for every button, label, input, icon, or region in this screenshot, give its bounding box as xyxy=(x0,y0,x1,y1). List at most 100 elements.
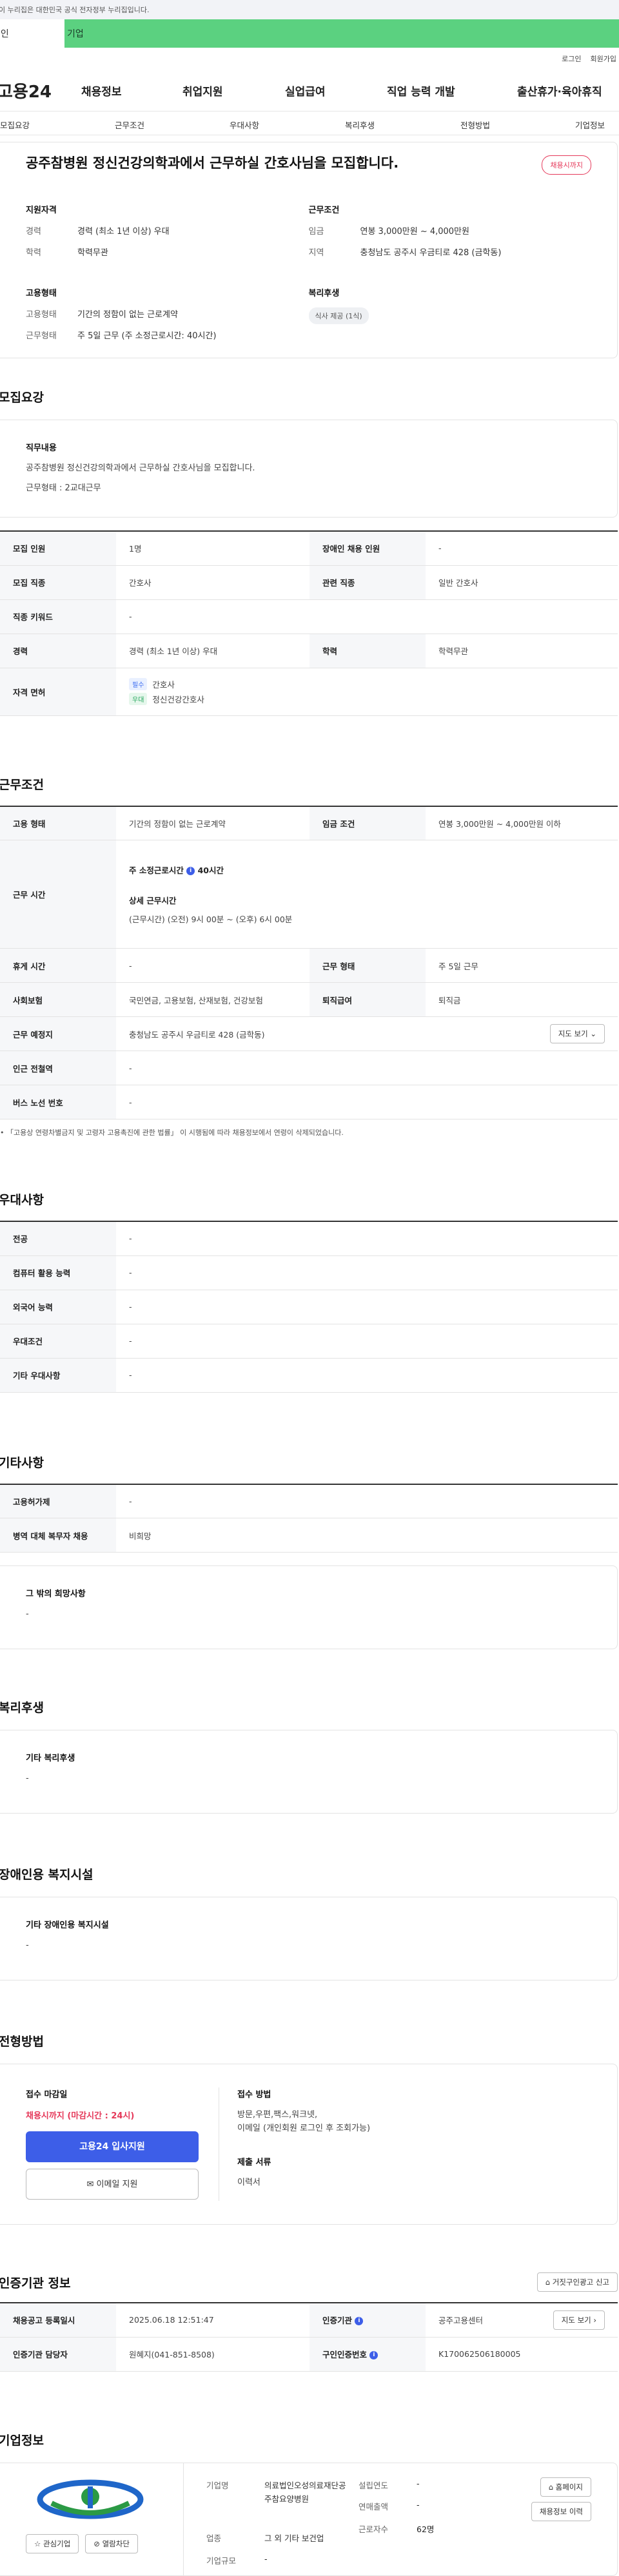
computer-key: 컴퓨터 활용 능력 xyxy=(0,1255,116,1290)
tab-company[interactable]: 기업 xyxy=(64,19,619,48)
recruit-table: 모집 인원 1명 장애인 채용 인원 - 모집 직종 간호사 관련 직종 일반 … xyxy=(0,530,618,716)
work-table: 고용 형태 기간의 정함이 없는 근로계약 임금 조건 연봉 3,000만원 ~… xyxy=(0,806,618,1120)
report-button[interactable]: ⌂ 거짓구인광고 신고 xyxy=(537,2272,618,2292)
hours-title: 주 소정근로시간 xyxy=(129,866,184,875)
gnb-menu-vocational-training[interactable]: 직업 능력 개발 xyxy=(387,82,455,99)
facility-value: - xyxy=(26,1939,591,1953)
bus-value: - xyxy=(116,1085,618,1119)
military-value: 비희망 xyxy=(116,1518,618,1553)
block-company-button[interactable]: ⊘ 열람차단 xyxy=(85,2534,138,2553)
facility-sub-heading: 기타 장애인용 복지시설 xyxy=(26,1918,591,1930)
deadline-badge: 채용시까지 xyxy=(542,155,591,175)
process-right: 접수 방법 방문,우편,팩스,워크넷, 이메일 (개인회원 로그인 후 조회가능… xyxy=(219,2087,370,2201)
workplace-map-button[interactable]: 지도 보기 ⌄ xyxy=(550,1024,605,1043)
station-key: 인근 전철역 xyxy=(0,1051,116,1085)
deadline-key: 접수 마감일 xyxy=(26,2087,199,2100)
recruit-count-key: 모집 인원 xyxy=(0,531,116,565)
summary-qualification: 지원자격 경력경력 (최소 1년 이상) 우대 학력학력무관 xyxy=(26,203,309,267)
anchor-company[interactable]: 기업정보 xyxy=(575,119,605,131)
company-size-key: 기업규모 xyxy=(206,2554,264,2566)
company-links: ⌂ 홈페이지 채용정보 이력 xyxy=(531,2477,591,2521)
staff-value: 원혜지(041-851-8508) xyxy=(116,2337,310,2371)
mail-icon: ✉ xyxy=(87,2180,94,2189)
gnb-menu-unemployment-benefit[interactable]: 실업급여 xyxy=(285,82,326,99)
summary-career-value: 경력 (최소 1년 이상) 우대 xyxy=(77,224,170,237)
job-history-button[interactable]: 채용정보 이력 xyxy=(531,2502,591,2521)
anchor-prefer[interactable]: 우대사항 xyxy=(230,119,259,131)
summary-condition: 근무조건 임금연봉 3,000만원 ~ 4,000만원 지역충청남도 공주시 우… xyxy=(309,203,592,267)
info-icon[interactable]: i xyxy=(186,867,195,875)
prefer-heading: 우대사항 xyxy=(0,1190,619,1208)
tab-person-label: 개인 xyxy=(0,27,9,40)
apply-button[interactable]: 고용24 입사지원 xyxy=(26,2131,199,2162)
work-form-key: 근무 형태 xyxy=(310,949,426,983)
process-left: 접수 마감일 채용시까지 (마감시간 : 24시) 고용24 입사지원 ✉ 이메… xyxy=(26,2087,219,2201)
join-link[interactable]: 회원가입 xyxy=(591,53,616,64)
info-icon[interactable]: i xyxy=(369,2351,378,2359)
license-required-name: 간호사 xyxy=(152,678,175,690)
computer-value: - xyxy=(116,1255,618,1290)
found-year-key: 설립연도 xyxy=(359,2479,417,2491)
login-link[interactable]: 로그인 xyxy=(562,53,581,64)
job-type-key: 모집 직종 xyxy=(0,565,116,599)
major-value: - xyxy=(116,1221,618,1255)
sales-key: 연매출액 xyxy=(359,2500,417,2512)
email-apply-button[interactable]: ✉ 이메일 지원 xyxy=(26,2169,199,2200)
prefer-etc-key: 기타 우대사항 xyxy=(0,1358,116,1392)
facility-heading: 장애인용 복지시설 xyxy=(0,1865,619,1883)
workplace-value: 충청남도 공주시 우금티로 428 (금학동) 지도 보기 ⌄ xyxy=(116,1017,618,1051)
anchor-work[interactable]: 근무조건 xyxy=(115,119,144,131)
report-button-label: 거짓구인광고 신고 xyxy=(553,2278,609,2287)
job-keyword-key: 직종 키워드 xyxy=(0,599,116,634)
summary-workform-value: 주 5일 근무 (주 소정근로시간: 40시간) xyxy=(77,329,216,341)
language-key: 외국어 능력 xyxy=(0,1290,116,1324)
job-title: 공주참병원 정신건강의학과에서 근무하실 간호사님을 모집합니다. xyxy=(26,153,591,172)
gnb-menu-jobs[interactable]: 채용정보 xyxy=(81,82,122,99)
hours-detail-value: (근무시간) (오전) 9시 00분 ~ (오후) 6시 00분 xyxy=(129,913,605,925)
cert-num-key: 구인인증번호 i xyxy=(310,2337,426,2371)
agency-map-button[interactable]: 지도 보기 › xyxy=(553,2310,605,2330)
email-apply-label: 이메일 지원 xyxy=(97,2180,138,2189)
process-heading: 전형방법 xyxy=(0,2032,619,2049)
other-table: 고용허가제- 병역 대체 복무자 채용비희망 xyxy=(0,1484,618,1553)
company-size-value: - xyxy=(264,2554,268,2566)
summary-location-value: 충청남도 공주시 우금티로 428 (금학동) xyxy=(360,246,502,258)
section-anchor-nav: 모집요강 근무조건 우대사항 복리후생 전형방법 기업정보 xyxy=(0,111,619,135)
wish-heading: 그 밖의 희망사항 xyxy=(26,1587,591,1599)
homepage-button[interactable]: ⌂ 홈페이지 xyxy=(540,2477,591,2497)
anchor-recruit[interactable]: 모집요강 xyxy=(0,119,30,131)
age-note: • 「고용상 연령차별금지 및 고령자 고용촉진에 관한 법률」 이 시행됨에 … xyxy=(0,1127,619,1138)
agency-header: 인증기관 정보 ⌂ 거짓구인광고 신고 xyxy=(0,2272,618,2292)
docs-key: 제출 서류 xyxy=(237,2155,370,2167)
site-logo[interactable]: 고용24 xyxy=(0,79,79,102)
homepage-label: 홈페이지 xyxy=(556,2483,583,2492)
company-actions: ☆ 관심기업 ⊘ 열람차단 xyxy=(26,2534,138,2553)
gnb-menu-employment-support[interactable]: 취업지원 xyxy=(182,82,223,99)
hours-value: 주 소정근로시간 i 40시간 상세 근무시간 (근무시간) (오전) 9시 0… xyxy=(116,840,618,949)
summary-welfare-heading: 복리후생 xyxy=(309,286,592,298)
company-logo xyxy=(26,2477,155,2521)
gnb-menu-parental-leave[interactable]: 출산휴가·육아휴직 xyxy=(517,82,602,99)
gov-notice-text: 이 누리집은 대한민국 공식 전자정부 누리집입니다. xyxy=(0,5,150,15)
summary-edu-key: 학력 xyxy=(26,246,77,258)
cert-num-value: K170062506180005 xyxy=(426,2337,618,2371)
info-icon[interactable]: i xyxy=(355,2317,363,2325)
summary-emptype-key: 고용형태 xyxy=(26,307,77,320)
rest-value: - xyxy=(116,949,310,983)
major-key: 전공 xyxy=(0,1221,116,1255)
other-heading: 기타사항 xyxy=(0,1453,619,1471)
job-type-value: 간호사 xyxy=(116,565,310,599)
job-summary-card: 공주참병원 정신건강의학과에서 근무하실 간호사님을 모집합니다. 채용시까지 … xyxy=(0,142,618,358)
anchor-welfare[interactable]: 복리후생 xyxy=(345,119,375,131)
favorite-company-button[interactable]: ☆ 관심기업 xyxy=(26,2534,79,2553)
staff-key: 인증기관 담당자 xyxy=(0,2337,116,2371)
military-key: 병역 대체 복무자 채용 xyxy=(0,1518,116,1553)
duty-text: 공주참병원 정신건강의학과에서 근무하실 간호사님을 모집합니다. xyxy=(26,462,591,476)
tab-company-label: 기업 xyxy=(67,27,84,40)
summary-edu-value: 학력무관 xyxy=(77,246,108,258)
license-preferred-tag: 우대 xyxy=(129,693,147,705)
job-keyword-value: - xyxy=(116,599,618,634)
anchor-process[interactable]: 전형방법 xyxy=(460,119,490,131)
tab-person[interactable]: 개인 xyxy=(0,19,64,48)
work-heading: 근무조건 xyxy=(0,775,619,793)
